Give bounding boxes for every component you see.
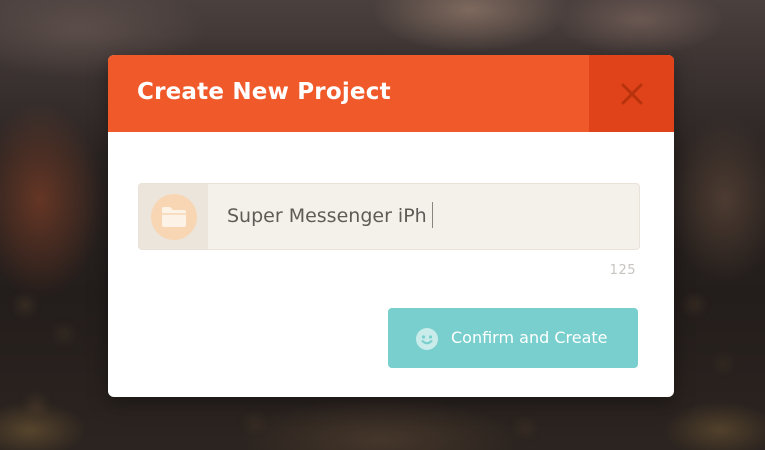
project-name-value: Super Messenger iPh: [227, 205, 427, 227]
folder-icon: [162, 207, 186, 227]
confirm-button-label: Confirm and Create: [451, 328, 608, 347]
character-counter: 125: [609, 263, 636, 278]
dialog-header: Create New Project: [108, 55, 674, 132]
dialog-title: Create New Project: [137, 79, 391, 105]
project-name-field[interactable]: Super Messenger iPh: [138, 183, 640, 250]
close-button[interactable]: [589, 55, 674, 132]
project-name-input[interactable]: Super Messenger iPh: [209, 184, 629, 249]
field-icon-cell: [139, 184, 208, 249]
confirm-and-create-button[interactable]: Confirm and Create: [388, 308, 638, 368]
smile-icon: [416, 328, 438, 350]
folder-badge: [151, 194, 197, 240]
text-caret: [431, 202, 433, 228]
create-project-dialog: Create New Project Super Messenger iPh 1…: [108, 55, 674, 397]
close-icon: [621, 83, 643, 105]
